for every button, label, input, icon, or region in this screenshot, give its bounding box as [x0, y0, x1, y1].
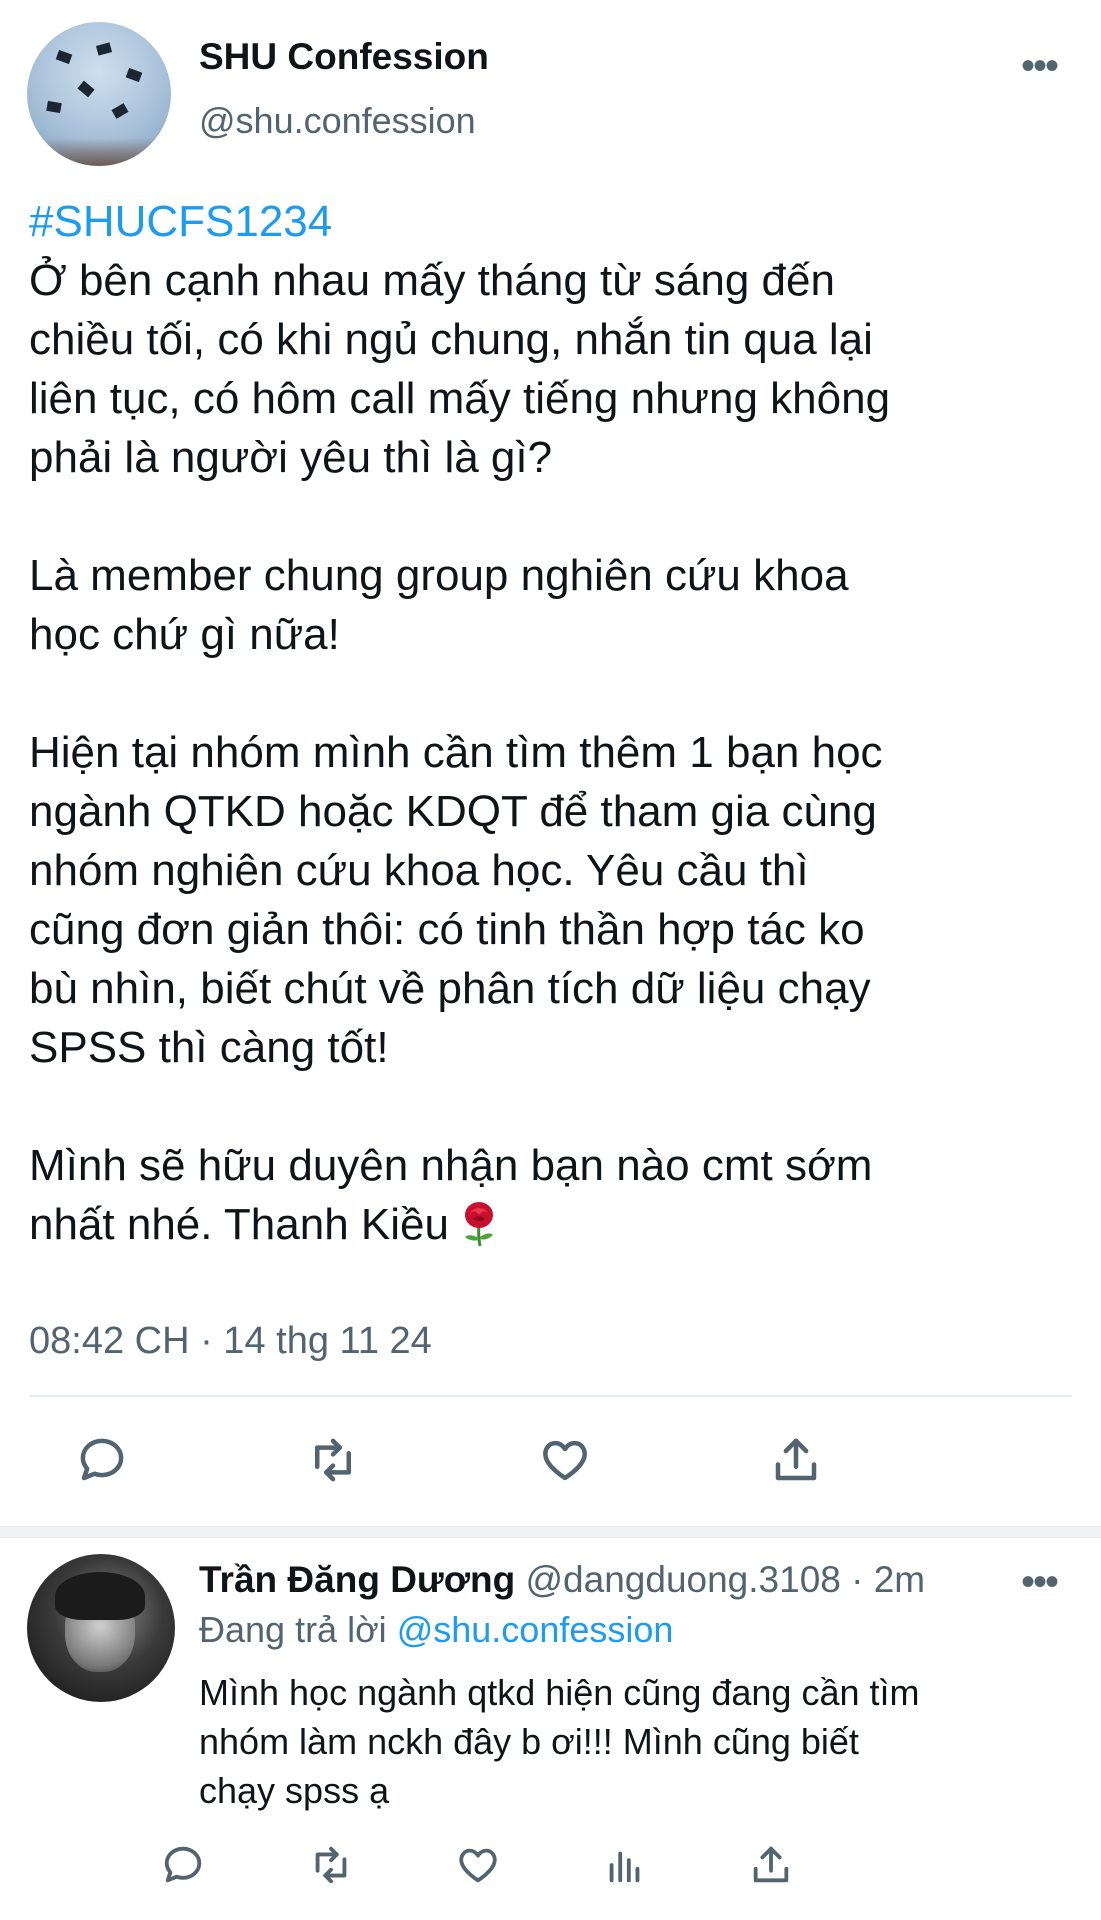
- retweet-icon[interactable]: [306, 1840, 356, 1890]
- hashtag-link[interactable]: #SHUCFS1234: [29, 192, 1089, 251]
- tweet-text: #SHUCFS1234 Ở bên cạnh nhau mấy tháng từ…: [29, 192, 1089, 1254]
- author-handle[interactable]: @shu.confession: [199, 100, 476, 142]
- author-name[interactable]: SHU Confession: [199, 36, 489, 78]
- reply-handle-time[interactable]: @dangduong.3108 · 2m: [526, 1559, 926, 1600]
- cap-shape: [46, 100, 62, 114]
- more-horizontal-icon[interactable]: •••: [1021, 46, 1059, 86]
- tweet-paragraph: Là member chung group nghiên cứu khoa họ…: [29, 551, 849, 659]
- author-avatar[interactable]: [27, 22, 171, 166]
- cap-shape: [125, 67, 143, 83]
- replying-mention-link[interactable]: @shu.confession: [397, 1609, 674, 1650]
- reply-icon[interactable]: [72, 1430, 132, 1490]
- replying-prefix: Đang trả lời: [199, 1609, 387, 1650]
- tweet-screen: SHU Confession @shu.confession ••• #SHUC…: [0, 0, 1101, 1920]
- retweet-icon[interactable]: [303, 1430, 363, 1490]
- tweet-paragraph-last: Mình sẽ hữu duyên nhận bạn nào cmt sớm n…: [29, 1136, 1089, 1254]
- tweet-paragraph: Hiện tại nhóm mình cần tìm thêm 1 bạn họ…: [29, 728, 883, 1072]
- tweet-action-bar: [0, 1430, 1101, 1500]
- section-divider: [0, 1526, 1101, 1538]
- divider: [29, 1395, 1072, 1397]
- cap-shape: [95, 42, 113, 56]
- reply-avatar[interactable]: [27, 1554, 175, 1702]
- share-icon[interactable]: [746, 1840, 796, 1890]
- cap-shape: [55, 49, 73, 65]
- more-horizontal-icon[interactable]: •••: [1021, 1562, 1059, 1602]
- cap-shape: [77, 80, 95, 98]
- like-icon[interactable]: [453, 1840, 503, 1890]
- reply-header: Trần Đăng Dương @dangduong.3108 · 2m: [199, 1556, 925, 1604]
- tweet-paragraph: Ở bên cạnh nhau mấy tháng từ sáng đến ch…: [29, 256, 891, 482]
- reply-icon[interactable]: [158, 1840, 208, 1890]
- share-icon[interactable]: [766, 1430, 826, 1490]
- cap-shape: [111, 103, 129, 119]
- avatar-hands: [27, 138, 171, 166]
- like-icon[interactable]: [535, 1430, 595, 1490]
- analytics-icon[interactable]: [600, 1840, 650, 1890]
- rose-emoji-icon: [464, 1202, 493, 1247]
- tweet-timestamp[interactable]: 08:42 CH · 14 thg 11 24: [29, 1320, 432, 1363]
- reply-text: Mình học ngành qtkd hiện cũng đang cần t…: [199, 1672, 920, 1811]
- avatar-hair: [55, 1572, 145, 1620]
- tweet-paragraph: Mình sẽ hữu duyên nhận bạn nào cmt sớm n…: [29, 1141, 873, 1249]
- reply-author-name[interactable]: Trần Đăng Dương: [199, 1559, 515, 1600]
- reply-action-bar: [0, 1840, 1101, 1900]
- replying-to: Đang trả lời @shu.confession: [199, 1606, 673, 1654]
